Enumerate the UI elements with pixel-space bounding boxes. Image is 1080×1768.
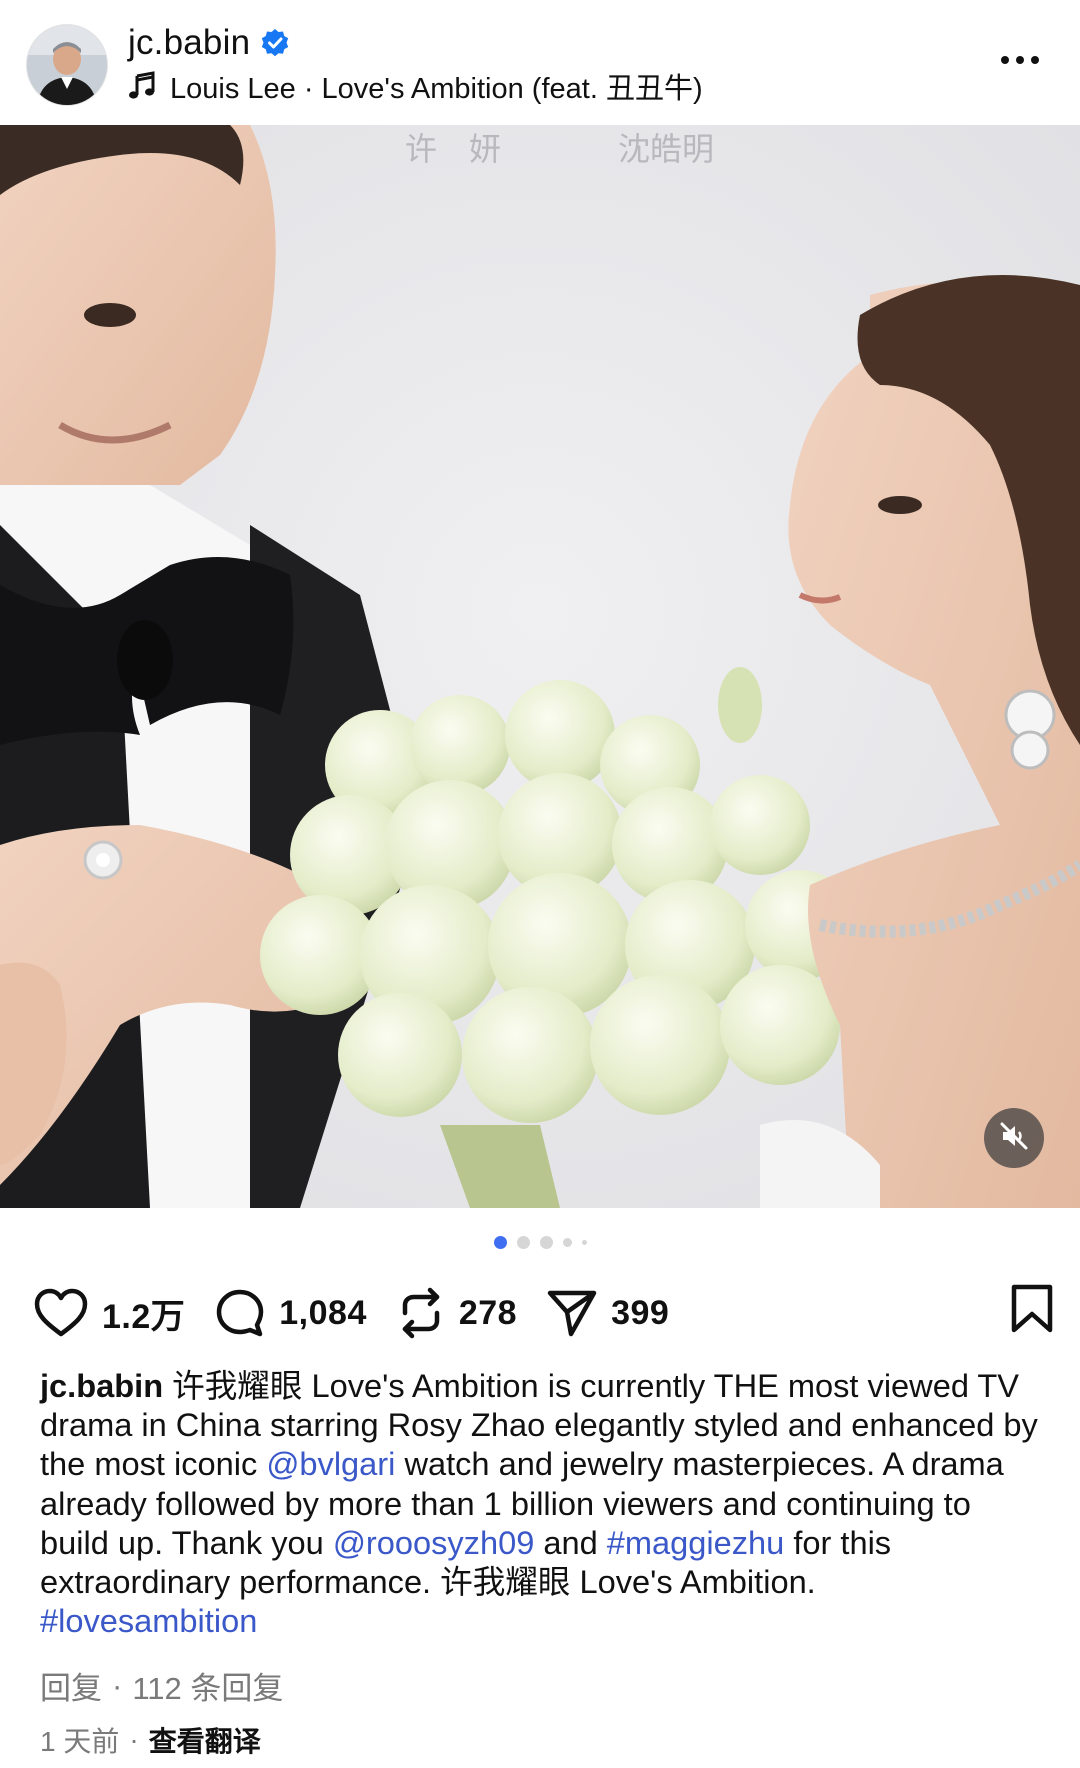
send-icon: [547, 1290, 597, 1337]
more-horizontal-icon: [1001, 56, 1009, 64]
mute-toggle-button[interactable]: [984, 1108, 1044, 1168]
username-row: jc.babin: [128, 20, 290, 66]
carousel-dot: [539, 1236, 553, 1249]
separator: ·: [129, 1724, 139, 1755]
post-caption: jc.babin 许我耀眼 Love's Ambition is current…: [40, 1366, 1040, 1640]
more-options-button[interactable]: [990, 40, 1050, 80]
caption-text: and: [534, 1523, 607, 1561]
carousel-dot-active: [493, 1236, 507, 1249]
separator: ·: [112, 1667, 123, 1703]
mention-link[interactable]: @bvlgari: [266, 1445, 395, 1482]
carousel-indicator: [0, 1236, 1080, 1249]
avatar[interactable]: [26, 24, 108, 106]
bookmark-button[interactable]: [1010, 1284, 1054, 1339]
comment-count: 1,084: [279, 1293, 367, 1332]
bookmark-icon: [1011, 1284, 1053, 1333]
carousel-dot: [562, 1238, 572, 1247]
action-bar: 1.2万 1,084 278 399: [34, 1280, 1054, 1346]
carousel-dot: [581, 1240, 587, 1245]
post-photo: 许 妍 沈皓明: [0, 125, 1080, 1208]
see-translation-button[interactable]: 查看翻译: [149, 1720, 261, 1760]
music-note-icon: [128, 71, 156, 101]
speaker-muted-icon: [998, 1120, 1030, 1157]
heart-icon: [34, 1288, 88, 1337]
repost-count: 278: [458, 1293, 518, 1332]
meta-row: 1 天前 · 查看翻译: [40, 1720, 261, 1760]
like-count: 1.2万: [102, 1297, 186, 1336]
music-title: Louis Lee · Love's Ambition (feat. 丑丑牛): [170, 73, 703, 105]
hashtag-link[interactable]: #maggiezhu: [607, 1524, 785, 1561]
reply-count-link[interactable]: 112 条回复: [132, 1663, 283, 1708]
reply-button[interactable]: 回复: [40, 1663, 102, 1708]
post-time: 1 天前: [40, 1726, 120, 1757]
mention-link[interactable]: @rooosyzh09: [333, 1524, 535, 1561]
music-row[interactable]: Louis Lee · Love's Ambition (feat. 丑丑牛): [128, 66, 703, 106]
carousel-dot: [516, 1236, 530, 1249]
poster-text-left: 许 妍: [405, 130, 501, 168]
username[interactable]: jc.babin: [128, 23, 250, 63]
like-button[interactable]: 1.2万: [34, 1288, 185, 1338]
repost-button[interactable]: 278: [397, 1287, 517, 1339]
verified-badge-icon: [260, 28, 290, 58]
comment-button[interactable]: 1,084: [215, 1288, 367, 1338]
share-button[interactable]: 399: [547, 1289, 669, 1337]
share-count: 399: [611, 1293, 670, 1332]
comment-icon: [217, 1289, 264, 1337]
poster-text-right: 沈皓明: [618, 130, 714, 168]
post-header: jc.babin Louis Lee · Love's Ambition (fe…: [0, 0, 1080, 125]
post-media[interactable]: 许 妍 沈皓明: [0, 125, 1080, 1208]
reply-row: 回复 · 112 条回复: [40, 1663, 283, 1708]
hashtag-link[interactable]: #lovesambition: [40, 1602, 257, 1639]
repost-icon: [402, 1287, 440, 1339]
caption-author[interactable]: jc.babin: [40, 1367, 163, 1404]
